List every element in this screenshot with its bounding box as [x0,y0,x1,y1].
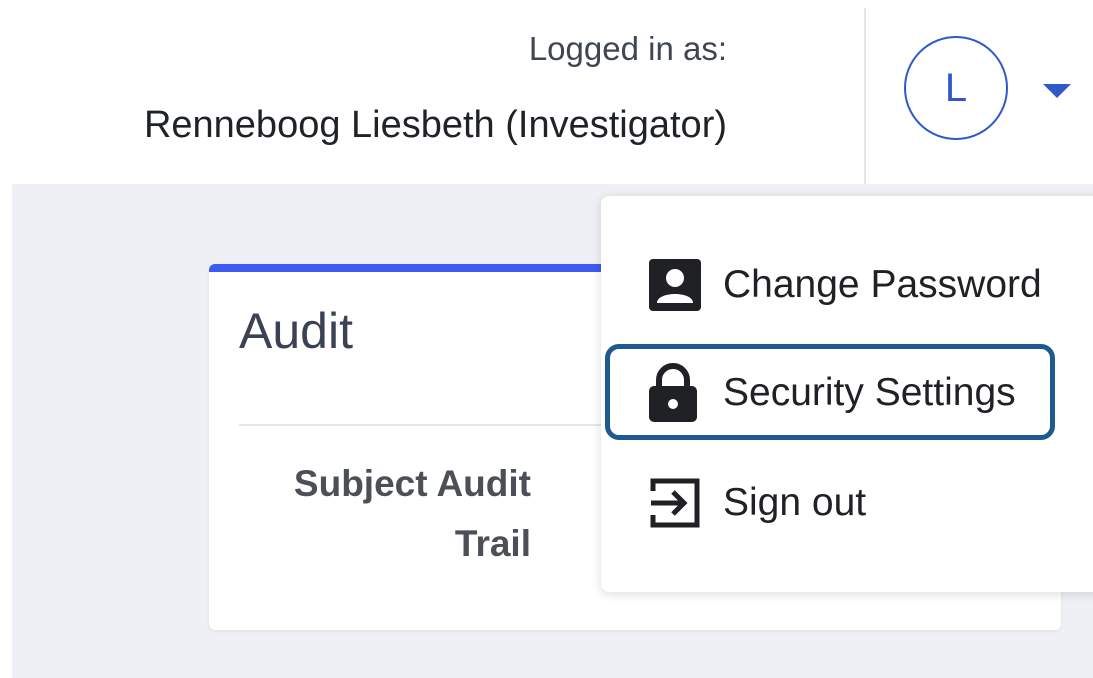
chevron-down-icon[interactable] [1043,84,1071,98]
menu-item-sign-out[interactable]: Sign out [647,468,866,538]
header-divider [864,8,866,184]
user-menu-dropdown: Change Password Security Settings Sign o… [601,196,1093,592]
menu-item-label: Security Settings [723,371,1016,414]
top-header: Logged in as: Renneboog Liesbeth (Invest… [0,0,1093,184]
card-title: Audit [239,303,353,359]
subject-audit-trail-link[interactable]: Subject Audit Trail [239,454,531,574]
link-line-2: Trail [454,523,531,564]
menu-item-change-password[interactable]: Change Password [647,250,1042,320]
current-user-name: Renneboog Liesbeth (Investigator) [143,104,727,146]
app-window: Logged in as: Renneboog Liesbeth (Invest… [0,0,1093,678]
person-badge-icon [647,255,705,315]
menu-item-label: Change Password [723,263,1042,306]
sign-out-icon [647,473,705,533]
logged-in-label: Logged in as: [528,30,727,67]
avatar-initial: L [944,65,968,110]
menu-item-label: Sign out [723,481,867,524]
lock-icon [647,363,705,423]
menu-item-security-settings[interactable]: Security Settings [647,358,1016,428]
user-avatar-button[interactable]: L [904,36,1008,140]
link-line-1: Subject Audit [293,463,531,504]
